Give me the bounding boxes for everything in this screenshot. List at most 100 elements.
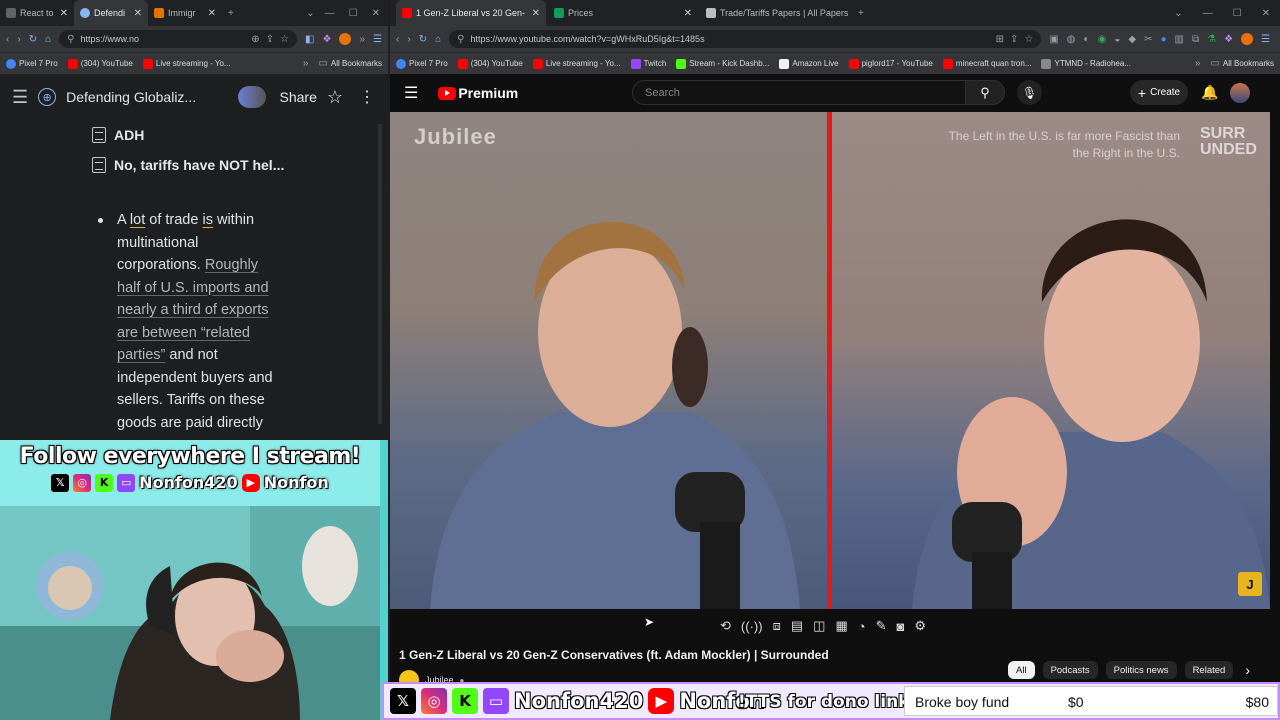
video-player[interactable]: Jubilee The Left in the U.S. is far more… [390, 112, 1270, 609]
bookmark-item[interactable]: Stream - Kick Dashb... [676, 58, 769, 69]
extension-icon[interactable]: ◐ [1084, 34, 1090, 45]
extension-icon[interactable]: ❖ [323, 34, 332, 45]
profile-icon[interactable] [1241, 33, 1254, 45]
voice-search-button[interactable]: 🎙 [1017, 80, 1042, 105]
notifications-button[interactable]: 🔔 [1198, 80, 1222, 105]
share-icon[interactable]: ⇪ [1010, 34, 1018, 45]
profile-icon[interactable] [339, 33, 352, 45]
notebook-title[interactable]: Defending Globaliz... [66, 89, 196, 105]
minimize-icon[interactable]: — [325, 8, 335, 19]
back-icon[interactable]: ‹ [6, 34, 9, 45]
bookmark-item[interactable]: Pixel 7 Pro [396, 58, 448, 69]
hamburger-menu-icon[interactable]: ☰ [404, 83, 418, 103]
extension-icon[interactable]: ◒ [1114, 34, 1120, 45]
forward-icon[interactable]: › [407, 34, 410, 45]
labs-icon[interactable]: ⚗ [1207, 34, 1216, 45]
bookmark-icon[interactable]: ☆ [280, 34, 289, 45]
menu-icon[interactable]: ☰ [1261, 34, 1270, 45]
tab-search-icon[interactable]: ⌄ [306, 8, 314, 19]
address-bar[interactable]: ⚲ https://www.no ⊕ ⇪ ☆ [59, 30, 298, 48]
settings-icon[interactable]: ⚙ [914, 618, 926, 634]
more-options-icon[interactable]: ⋮ [359, 87, 376, 107]
close-icon[interactable]: ✕ [532, 8, 540, 19]
highlighted-word[interactable]: is [202, 212, 212, 228]
scrollbar[interactable] [378, 124, 382, 424]
window-close-icon[interactable]: ✕ [1262, 8, 1270, 19]
highlighted-word[interactable]: lot [130, 212, 145, 228]
overflow-icon[interactable]: » [359, 34, 365, 45]
miniplayer-icon[interactable]: ▦ [835, 618, 847, 634]
loop-icon[interactable]: ⟲ [720, 618, 731, 634]
bookmark-item[interactable]: (304) YouTube [457, 58, 523, 69]
camera-icon[interactable]: ◙ [897, 619, 905, 634]
minimize-icon[interactable]: — [1203, 8, 1213, 19]
extension-icon[interactable]: ❖ [1224, 34, 1233, 45]
new-tab-icon[interactable]: + [858, 8, 864, 19]
chip-all[interactable]: All [1008, 661, 1035, 679]
bookmark-item[interactable]: piglord17 - YouTube [848, 58, 933, 69]
edit-icon[interactable]: ✎ [876, 618, 887, 634]
bookmark-item[interactable]: (304) YouTube [67, 58, 133, 69]
forward-icon[interactable]: › [17, 34, 20, 45]
bookmark-item[interactable]: Twitch [630, 58, 666, 69]
clip-icon[interactable]: ▤ [791, 618, 803, 634]
bookmark-item[interactable]: YTMND - Radiohea... [1041, 58, 1131, 69]
close-icon[interactable]: ✕ [208, 8, 216, 19]
bookmark-item[interactable]: Pixel 7 Pro [6, 58, 58, 69]
bookmark-item[interactable]: Live streaming - Yo... [142, 58, 231, 69]
tab-react[interactable]: React to ✕ [0, 0, 74, 26]
close-icon[interactable]: ✕ [134, 8, 142, 19]
reload-icon[interactable]: ↻ [29, 34, 37, 45]
extension-icon[interactable]: ◍ [1067, 34, 1076, 45]
cast-icon[interactable]: ⧈ [773, 618, 781, 634]
tab-trade-papers[interactable]: Trade/Tariffs Papers | All Papers ✕ [700, 0, 850, 26]
window-close-icon[interactable]: ✕ [372, 8, 380, 19]
star-icon[interactable]: ☆ [327, 87, 343, 108]
bookmark-item[interactable]: Amazon Live [779, 58, 839, 69]
extension-icon[interactable]: ✂ [1144, 34, 1152, 45]
bookmark-item[interactable]: minecraft quan tron... [942, 58, 1031, 69]
extension-icon[interactable]: ◆ [1128, 34, 1136, 45]
extension-icon[interactable]: ● [1160, 34, 1166, 45]
tab-prices[interactable]: Prices ✕ [548, 0, 698, 26]
bookmark-icon[interactable]: ☆ [1024, 34, 1033, 45]
tab-defending[interactable]: Defendi ✕ [74, 0, 148, 26]
menu-icon[interactable]: ☰ [373, 34, 382, 45]
extension-icon[interactable]: ◉ [1098, 34, 1107, 45]
speed-icon[interactable]: ◔ [858, 619, 866, 634]
maximize-icon[interactable]: ☐ [1233, 8, 1242, 19]
avatar[interactable] [237, 86, 266, 108]
maximize-icon[interactable]: ☐ [349, 8, 358, 19]
source-item[interactable]: No, tariffs have NOT hel... [0, 150, 388, 180]
search-input[interactable]: Search [632, 80, 966, 105]
new-tab-icon[interactable]: + [228, 8, 234, 19]
search-button[interactable]: ⚲ [965, 80, 1005, 105]
address-bar[interactable]: ⚲ https://www.youtube.com/watch?v=gWHxRu… [449, 30, 1042, 48]
close-icon[interactable]: ✕ [60, 8, 68, 19]
tab-search-icon[interactable]: ⌄ [1174, 8, 1182, 19]
chevron-right-icon[interactable]: › [1245, 662, 1250, 678]
overflow-icon[interactable]: » [303, 58, 309, 69]
tab-youtube-video[interactable]: 1 Gen-Z Liberal vs 20 Gen- ✕ [396, 0, 546, 26]
extension-icon[interactable]: ▣ [1049, 34, 1058, 45]
all-bookmarks[interactable]: ▭ All Bookmarks [318, 58, 382, 69]
chip-podcasts[interactable]: Podcasts [1042, 661, 1098, 679]
audio-icon[interactable]: ((·)) [741, 619, 763, 634]
hamburger-menu-icon[interactable]: ☰ [12, 87, 28, 108]
home-icon[interactable]: ⌂ [435, 34, 441, 45]
extension-icon[interactable]: ⧉ [1192, 34, 1199, 45]
all-bookmarks[interactable]: ▭ All Bookmarks [1210, 58, 1274, 69]
reload-icon[interactable]: ↻ [419, 34, 427, 45]
site-info-icon[interactable]: ⚲ [67, 34, 74, 45]
share-button[interactable]: Share [280, 89, 317, 105]
extension-icon[interactable]: ◧ [305, 34, 314, 45]
close-icon[interactable]: ✕ [684, 8, 692, 19]
chip-politics-news[interactable]: Politics news [1105, 661, 1177, 679]
source-item[interactable]: ADH [0, 120, 388, 150]
youtube-logo[interactable]: Premium [438, 85, 518, 101]
home-icon[interactable]: ⌂ [45, 34, 51, 45]
share-icon[interactable]: ⇪ [266, 34, 274, 45]
create-button[interactable]: + Create [1130, 80, 1188, 105]
zoom-icon[interactable]: ⊕ [251, 34, 259, 45]
bookmark-item[interactable]: Live streaming - Yo... [532, 58, 621, 69]
